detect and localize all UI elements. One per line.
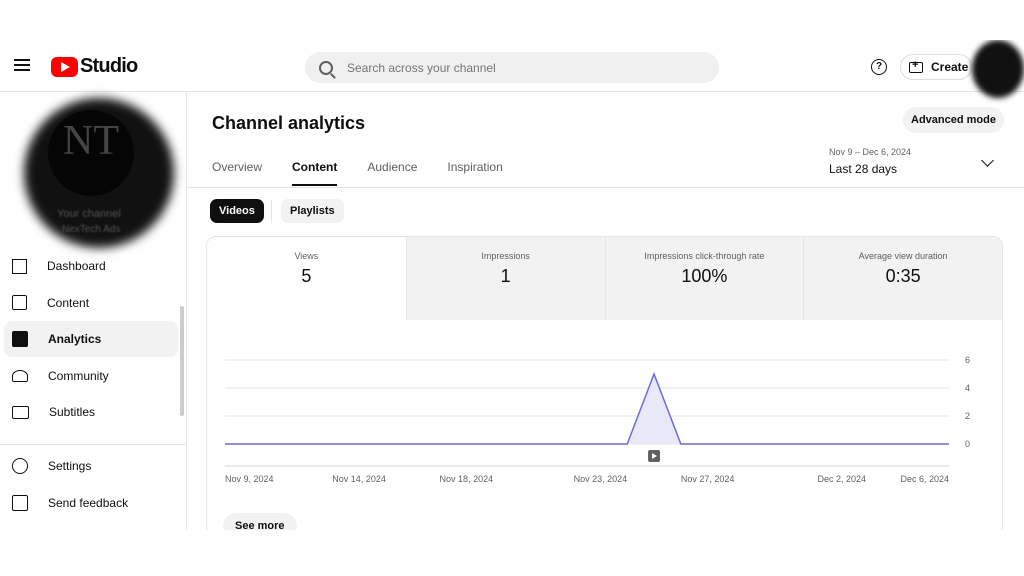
help-icon[interactable]: ? [871,59,887,75]
dashboard-icon [12,258,27,274]
metric-views[interactable]: Views 5 [207,237,406,320]
playlists-chip[interactable]: Playlists [281,199,344,223]
x-tick-label: Dec 6, 2024 [900,474,949,484]
subtitles-icon [12,405,29,419]
sidebar-item-label: Analytics [48,332,102,346]
channel-name: NexTech Ads [62,224,121,235]
advanced-mode-button[interactable]: Advanced mode [903,107,1004,133]
videos-chip[interactable]: Videos [210,199,264,223]
top-bar: Studio ? Create [0,40,1024,98]
search-box[interactable] [305,52,719,83]
sidebar-item-settings[interactable]: Settings [4,448,178,484]
app-name: Studio [80,55,138,77]
sidebar-scrollbar[interactable] [180,306,184,416]
sidebar-item-content[interactable]: Content [4,285,178,321]
sidebar: NT Your channel NexTech Ads Dashboard Co… [0,92,187,530]
metrics-card: Views 5 Impressions 1 Impressions click-… [206,236,1003,530]
series-line [225,371,949,445]
tab-overview[interactable]: Overview [212,160,262,186]
sidebar-item-community[interactable]: Community [4,358,178,394]
studio-window: Studio ? Create NT Your channel NexTech … [0,40,1024,530]
search-icon [319,60,333,75]
x-tick-label: Nov 14, 2024 [332,474,386,484]
account-avatar[interactable] [972,40,1024,98]
metric-value: 1 [500,266,511,286]
create-video-icon [909,59,923,73]
date-range-dates: Nov 9 – Dec 6, 2024 [829,147,912,157]
search-input[interactable] [347,60,667,75]
sidebar-item-label: Settings [48,459,92,473]
community-icon [12,369,28,382]
metric-label: Views [294,251,319,261]
sidebar-nav: Dashboard Content Analytics Community Su… [4,248,178,431]
date-range-picker[interactable]: Nov 9 – Dec 6, 2024 Last 28 days [829,147,911,176]
metric-tabs: Views 5 Impressions 1 Impressions click-… [207,237,1002,320]
main-content: Channel analytics Advanced mode Overview… [187,92,1024,530]
x-tick-label: Nov 18, 2024 [440,474,494,484]
create-button[interactable]: Create [900,54,972,80]
menu-icon[interactable] [12,56,32,76]
sidebar-item-subtitles[interactable]: Subtitles [4,394,178,430]
y-tick-label: 0 [965,439,970,449]
y-tick-label: 2 [965,411,970,421]
analytics-icon [12,331,28,347]
create-label: Create [931,60,969,74]
sidebar-item-label: Content [47,295,90,310]
sidebar-item-label: Dashboard [47,259,106,273]
metric-label: Average view duration [858,251,948,261]
chevron-down-icon[interactable] [981,154,994,167]
y-tick-label: 6 [965,355,970,365]
x-tick-label: Nov 27, 2024 [681,474,735,484]
sidebar-item-label: Community [48,368,109,383]
date-range-label: Last 28 days [829,162,898,176]
tab-audience[interactable]: Audience [367,160,417,186]
metric-label: Impressions [481,251,530,261]
x-tick-label: Nov 23, 2024 [574,474,628,484]
sidebar-divider [0,444,187,445]
page-title: Channel analytics [212,113,366,133]
metric-value: 5 [301,266,312,286]
metric-value: 0:35 [885,266,921,286]
youtube-logo-icon [51,56,78,77]
studio-logo[interactable]: Studio [51,55,138,78]
channel-logo: NT [48,110,134,196]
feedback-icon [12,494,28,511]
metric-label: Impressions click-through rate [644,251,765,261]
sidebar-bottom-nav: Settings Send feedback [4,448,178,521]
content-icon [12,295,27,310]
metric-ctr[interactable]: Impressions click-through rate 100% [604,237,804,320]
gear-icon [12,458,28,474]
sidebar-item-analytics[interactable]: Analytics [4,321,178,357]
see-more-button[interactable]: See more [223,513,297,530]
tab-content[interactable]: Content [292,160,338,186]
chip-divider [271,200,272,223]
sidebar-item-label: Subtitles [49,405,96,419]
analytics-tabs: Overview Content Audience Inspiration [212,160,533,186]
sidebar-item-send-feedback[interactable]: Send feedback [4,485,178,521]
channel-label: Your channel [57,208,121,220]
y-tick-label: 4 [965,383,970,393]
tabs-divider [187,187,1024,188]
tab-inspiration[interactable]: Inspiration [447,160,502,186]
sidebar-item-label: Send feedback [48,495,129,510]
views-chart[interactable]: 0 2 4 6 Nov 9, 2024 Nov 14, 2024 Nov 18, 2024 N… [207,320,1003,530]
metric-average-view-duration[interactable]: Average view duration 0:35 [803,237,1002,320]
x-tick-label: Dec 2, 2024 [817,474,866,484]
series-area [225,374,949,444]
sidebar-item-dashboard[interactable]: Dashboard [4,248,178,284]
metric-value: 100% [681,266,728,286]
x-tick-label: Nov 9, 2024 [225,474,274,484]
metric-impressions[interactable]: Impressions 1 [405,237,605,320]
